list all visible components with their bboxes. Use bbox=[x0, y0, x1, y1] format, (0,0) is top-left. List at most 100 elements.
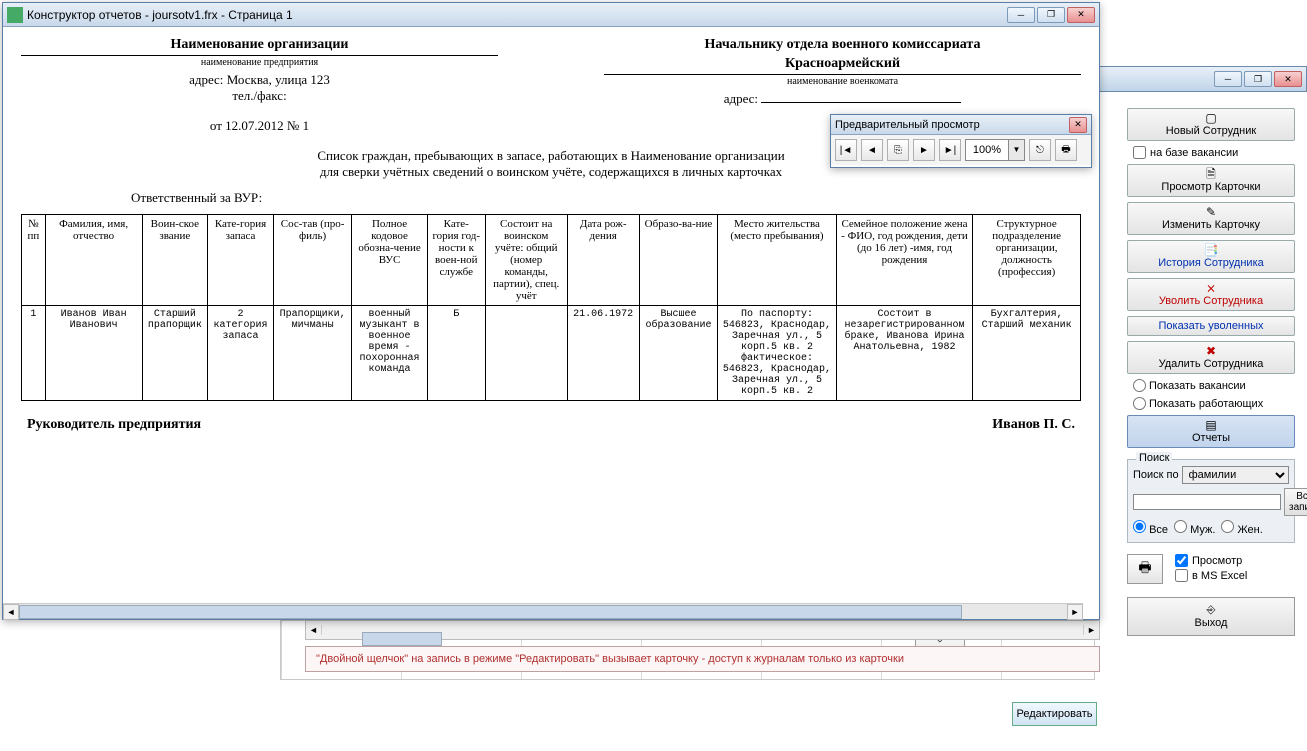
report-minimize-button[interactable]: ─ bbox=[1007, 7, 1035, 23]
printer-icon: 🖶 bbox=[1138, 557, 1151, 581]
search-by-label: Поиск по bbox=[1133, 469, 1179, 481]
org-address: адрес: Москва, улица 123 bbox=[21, 72, 498, 88]
org-title: Наименование организации bbox=[21, 37, 498, 56]
recipient-name: Красноармейский bbox=[604, 56, 1081, 75]
all-records-button[interactable]: Все записи bbox=[1284, 488, 1307, 516]
table-header: Состоит на воинском учёте: общий (номер … bbox=[485, 215, 567, 306]
show-fired-button[interactable]: Показать уволенных bbox=[1127, 316, 1295, 336]
search-fieldset: Поиск Поиск по фамилии Все записи Все Му… bbox=[1127, 459, 1295, 543]
table-header: Образо-ва-ние bbox=[639, 215, 718, 306]
delete-employee-button[interactable]: ✖Удалить Сотрудника bbox=[1127, 341, 1295, 374]
responsible-label: Ответственный за ВУР: bbox=[131, 190, 1081, 206]
table-cell: 1 bbox=[22, 306, 46, 401]
preview-toolbar-window: Предварительный просмотр ✕ |◄ ◄ ⎘ ► ►| ▼… bbox=[830, 114, 1092, 168]
fire-employee-button[interactable]: ⨯Уволить Сотрудника bbox=[1127, 278, 1295, 311]
print-preview-button[interactable]: 🖶 bbox=[1055, 139, 1077, 161]
table-cell: Иванов Иван Иванович bbox=[45, 306, 142, 401]
report-close-button[interactable]: ✕ bbox=[1067, 7, 1095, 23]
preview-titlebar[interactable]: Предварительный просмотр ✕ bbox=[831, 115, 1091, 135]
table-cell: Высшее образование bbox=[639, 306, 718, 401]
preview-title: Предварительный просмотр bbox=[835, 119, 1069, 131]
edit-mode-button[interactable]: Редактировать bbox=[1012, 702, 1097, 726]
report-table: № ппФамилия, имя, отчествоВоин-ское зван… bbox=[21, 214, 1081, 401]
card-icon: 🗎 bbox=[1206, 168, 1216, 180]
hint-bar: "Двойной щелчок" на запись в режиме "Ред… bbox=[305, 646, 1100, 672]
grid-horizontal-scrollbar[interactable]: ◄► bbox=[305, 620, 1100, 640]
table-cell: Старший прапорщик bbox=[142, 306, 208, 401]
report-titlebar[interactable]: Конструктор отчетов - joursotv1.frx - Ст… bbox=[3, 3, 1099, 27]
table-header: Семейное положение жена - ФИО, год рожде… bbox=[836, 215, 973, 306]
app-icon bbox=[7, 7, 23, 23]
table-cell: Прапорщики, мичманы bbox=[273, 306, 352, 401]
date-number: от 12.07.2012 № 1 bbox=[21, 118, 498, 134]
show-vacancies-radio[interactable]: Показать вакансии bbox=[1127, 379, 1295, 392]
search-legend: Поиск bbox=[1136, 452, 1172, 464]
table-header: Полное кодовое обозна-чение ВУС bbox=[352, 215, 427, 306]
lower-strip: ◄► "Двойной щелчок" на запись в режиме "… bbox=[305, 620, 1100, 672]
reports-button[interactable]: ▤Отчеты bbox=[1127, 415, 1295, 448]
table-header: Место жительства (место пребывания) bbox=[718, 215, 836, 306]
table-header: Дата рож-дения bbox=[567, 215, 639, 306]
search-input[interactable] bbox=[1133, 494, 1281, 510]
new-employee-button[interactable]: ▢Новый Сотрудник bbox=[1127, 108, 1295, 141]
edit-card-button[interactable]: ✎Изменить Карточку bbox=[1127, 202, 1295, 235]
report-maximize-button[interactable]: ❐ bbox=[1037, 7, 1065, 23]
table-header: Структурное подразделение организации, д… bbox=[973, 215, 1081, 306]
history-icon: 📑 bbox=[1204, 244, 1219, 256]
table-row: 1Иванов Иван ИвановичСтарший прапорщик2 … bbox=[22, 306, 1081, 401]
table-header: Кате-гория год-ности к воен-ной службе bbox=[427, 215, 485, 306]
table-cell: По паспорту: 546823, Краснодар, Заречная… bbox=[718, 306, 836, 401]
table-cell: Бухгалтерия, Старший механик bbox=[973, 306, 1081, 401]
show-working-radio[interactable]: Показать работающих bbox=[1127, 397, 1295, 410]
fire-icon: ⨯ bbox=[1206, 282, 1216, 294]
delete-icon: ✖ bbox=[1206, 345, 1216, 357]
report-horizontal-scrollbar[interactable]: ◄► bbox=[3, 603, 1083, 619]
prev-page-button[interactable]: ◄ bbox=[861, 139, 883, 161]
document-icon: ▢ bbox=[1205, 112, 1216, 124]
tel-fax: тел./факс: bbox=[21, 88, 498, 104]
table-cell: Состоит в незарегистрированном браке, Ив… bbox=[836, 306, 973, 401]
preview-close-button[interactable]: ✕ bbox=[1069, 117, 1087, 133]
side-exit-button[interactable]: ⎆Выход bbox=[1127, 597, 1295, 636]
footer-right: Иванов П. С. bbox=[992, 417, 1075, 433]
last-page-button[interactable]: ►| bbox=[939, 139, 961, 161]
recipient-title: Начальнику отдела военного комиссариата bbox=[604, 37, 1081, 55]
gender-male-radio[interactable]: Муж. bbox=[1174, 520, 1215, 536]
table-header: Фамилия, имя, отчество bbox=[45, 215, 142, 306]
search-field-select[interactable]: фамилии bbox=[1182, 466, 1289, 484]
preview-checkbox[interactable]: Просмотр bbox=[1169, 554, 1247, 567]
goto-page-button[interactable]: ⎘ bbox=[887, 139, 909, 161]
recipient-subtitle: наименование военкомата bbox=[604, 76, 1081, 87]
table-cell: 21.06.1972 bbox=[567, 306, 639, 401]
recipient-address: адрес: bbox=[604, 91, 1081, 107]
based-on-vacancy-checkbox[interactable]: на базе вакансии bbox=[1127, 146, 1295, 159]
close-preview-button[interactable]: ⎋ bbox=[1029, 139, 1051, 161]
excel-checkbox[interactable]: в MS Excel bbox=[1169, 569, 1247, 582]
org-subtitle: наименование предприятия bbox=[21, 57, 498, 68]
view-card-button[interactable]: 🗎Просмотр Карточки bbox=[1127, 164, 1295, 197]
first-page-button[interactable]: |◄ bbox=[835, 139, 857, 161]
table-cell bbox=[485, 306, 567, 401]
report-title: Конструктор отчетов - joursotv1.frx - Ст… bbox=[27, 8, 1007, 22]
table-cell: военный музыкант в военное время - похор… bbox=[352, 306, 427, 401]
table-header: № пп bbox=[22, 215, 46, 306]
chevron-down-icon[interactable]: ▼ bbox=[1008, 140, 1024, 160]
table-header: Сос-тав (про-филь) bbox=[273, 215, 352, 306]
parent-minimize-button[interactable]: ─ bbox=[1214, 71, 1242, 87]
grid-icon: ▤ bbox=[1205, 419, 1216, 431]
gender-female-radio[interactable]: Жен. bbox=[1221, 520, 1262, 536]
print-button[interactable]: 🖶 bbox=[1127, 554, 1163, 584]
parent-close-button[interactable]: ✕ bbox=[1274, 71, 1302, 87]
gender-all-radio[interactable]: Все bbox=[1133, 520, 1168, 536]
next-page-button[interactable]: ► bbox=[913, 139, 935, 161]
footer-left: Руководитель предприятия bbox=[27, 417, 201, 433]
side-panel: ▢Новый Сотрудник на базе вакансии 🗎Просм… bbox=[1127, 108, 1295, 636]
edit-icon: ✎ bbox=[1206, 206, 1216, 218]
report-designer-window: Конструктор отчетов - joursotv1.frx - Ст… bbox=[2, 2, 1100, 620]
employee-history-button[interactable]: 📑История Сотрудника bbox=[1127, 240, 1295, 273]
zoom-input[interactable] bbox=[966, 140, 1008, 160]
table-cell: 2 категория запаса bbox=[208, 306, 274, 401]
parent-maximize-button[interactable]: ❐ bbox=[1244, 71, 1272, 87]
exit-icon: ⎆ bbox=[1128, 604, 1294, 617]
zoom-combo[interactable]: ▼ bbox=[965, 139, 1025, 161]
